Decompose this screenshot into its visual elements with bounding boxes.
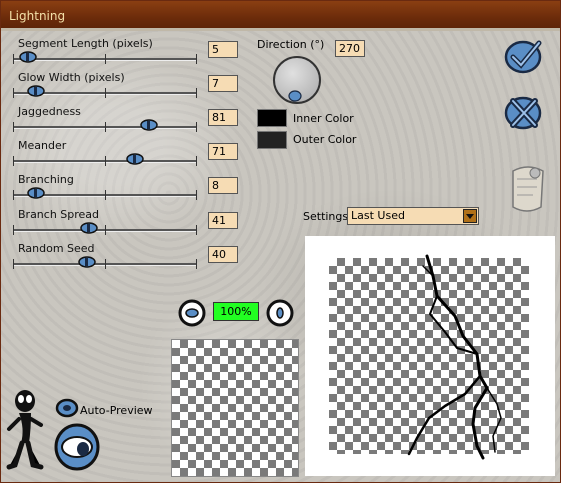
inner-color-swatch[interactable] [257, 109, 287, 127]
slider-thumb-icon[interactable] [139, 119, 159, 131]
slider-tick [196, 122, 197, 132]
control-label: Meander [18, 139, 67, 152]
inner-color-label: Inner Color [293, 112, 354, 125]
outer-color-label: Outer Color [293, 133, 357, 146]
control-slider[interactable] [13, 256, 197, 269]
direction-knob-icon[interactable] [288, 90, 302, 102]
control-label: Glow Width (pixels) [18, 71, 125, 84]
slider-tick [13, 88, 14, 98]
slider-tick [13, 190, 14, 200]
slider-thumb-icon[interactable] [18, 51, 38, 63]
slider-tick [196, 259, 197, 269]
slider-tick [196, 190, 197, 200]
control-slider[interactable] [13, 85, 197, 98]
outer-color-swatch[interactable] [257, 131, 287, 149]
slider-thumb-icon[interactable] [77, 256, 97, 268]
direction-label: Direction (°) [257, 38, 325, 51]
auto-preview-toggle-icon[interactable] [55, 397, 79, 419]
control-value-field[interactable]: 8 [208, 177, 238, 194]
output-preview[interactable] [305, 236, 555, 476]
slider-tick [104, 156, 106, 166]
zoom-in-icon[interactable] [265, 298, 295, 328]
slider-tick [104, 225, 106, 235]
help-scroll-icon[interactable] [505, 161, 551, 219]
control-slider[interactable] [13, 51, 197, 64]
title-divider [1, 28, 560, 31]
title-bar: Lightning [1, 1, 560, 31]
ok-checkmark-icon[interactable] [503, 35, 545, 77]
control-value-field[interactable]: 41 [208, 212, 238, 229]
cancel-x-icon[interactable] [503, 91, 545, 133]
slider-tick [196, 54, 197, 64]
control-value-field[interactable]: 5 [208, 41, 238, 58]
slider-tick [104, 122, 106, 132]
slider-tick [104, 190, 106, 200]
control-value-field[interactable]: 7 [208, 75, 238, 92]
settings-dropdown[interactable]: Last Used [347, 207, 479, 225]
control-value-field[interactable]: 40 [208, 246, 238, 263]
lightning-dialog: Lightning Segment Length (pixels) 5 Glow W… [0, 0, 561, 483]
source-checkerboard [172, 340, 298, 476]
auto-preview-label: Auto-Preview [80, 404, 153, 417]
zoom-out-icon[interactable] [177, 298, 207, 328]
control-slider[interactable] [13, 153, 197, 166]
slider-thumb-icon[interactable] [26, 85, 46, 97]
slider-tick [104, 54, 106, 64]
slider-tick [196, 88, 197, 98]
control-slider[interactable] [13, 119, 197, 132]
control-label: Branching [18, 173, 74, 186]
control-value-field[interactable]: 81 [208, 109, 238, 126]
slider-tick [13, 225, 14, 235]
lightning-bolt-preview [407, 254, 502, 460]
settings-selected-value: Last Used [351, 209, 405, 222]
preview-eye-icon[interactable] [53, 421, 103, 473]
control-slider[interactable] [13, 187, 197, 200]
slider-tick [104, 259, 106, 269]
zoom-level: 100% [213, 302, 259, 321]
mascot-figure-icon [6, 390, 44, 470]
slider-tick [13, 54, 14, 64]
control-slider[interactable] [13, 222, 197, 235]
slider-tick [196, 225, 197, 235]
direction-value-field[interactable]: 270 [335, 40, 365, 57]
control-label: Random Seed [18, 242, 95, 255]
slider-thumb-icon[interactable] [125, 153, 145, 165]
slider-tick [13, 259, 14, 269]
slider-tick [13, 156, 14, 166]
chevron-down-icon[interactable] [463, 209, 477, 223]
settings-label: Settings: [303, 210, 352, 223]
source-preview[interactable] [171, 339, 299, 477]
slider-thumb-icon[interactable] [26, 187, 46, 199]
control-label: Segment Length (pixels) [18, 37, 153, 50]
slider-tick [104, 88, 106, 98]
control-label: Branch Spread [18, 208, 100, 221]
control-label: Jaggedness [18, 105, 81, 118]
control-value-field[interactable]: 71 [208, 143, 238, 160]
slider-tick [196, 156, 197, 166]
slider-thumb-icon[interactable] [79, 222, 99, 234]
slider-tick [13, 122, 14, 132]
window-title: Lightning [9, 9, 66, 23]
